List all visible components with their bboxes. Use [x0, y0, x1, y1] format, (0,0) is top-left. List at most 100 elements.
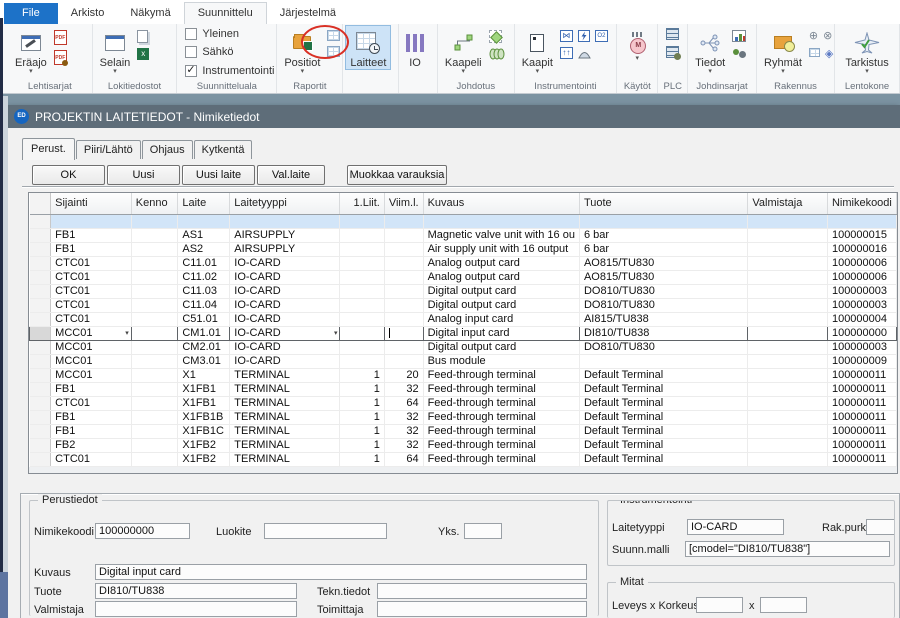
pdf-report-icon[interactable] [54, 30, 67, 45]
table-row-editing[interactable]: MCC01▾CM1.01IO-CARD▾Digital input cardDI… [30, 326, 897, 340]
checkbox-sahko[interactable]: Sähkö [185, 43, 233, 61]
row-selector[interactable] [30, 298, 51, 312]
new-row-cell[interactable] [748, 214, 828, 228]
row-selector[interactable] [30, 452, 51, 466]
rak-purku-field[interactable] [866, 519, 895, 535]
electric-icon[interactable] [578, 30, 590, 42]
valve-icon[interactable]: ⋈ [560, 30, 573, 42]
table-row[interactable]: FB1AS1AIRSUPPLYMagnetic valve unit with … [30, 228, 897, 242]
new-row-cell[interactable] [384, 214, 423, 228]
kuvaus-field[interactable]: Digital input card [95, 564, 587, 580]
eraajo-button[interactable]: Eräajo ▾ [10, 25, 52, 76]
uusi-button[interactable]: Uusi [107, 165, 180, 185]
tab-suunnittelu[interactable]: Suunnittelu [184, 2, 267, 24]
new-row-cell[interactable] [230, 214, 340, 228]
dialog-title-bar[interactable]: ED PROJEKTIN LAITETIEDOT - Nimiketiedot [8, 105, 900, 128]
selain-button[interactable]: Selain ▾ [95, 25, 136, 76]
new-row-cell[interactable] [827, 214, 896, 228]
checkbox-instrumentointi[interactable]: Instrumentointi [185, 62, 274, 80]
excel-export-icon[interactable] [137, 48, 149, 60]
val-laite-button[interactable]: Val.laite [257, 165, 325, 185]
cell-laite[interactable]: CM1.01 [178, 326, 230, 340]
cell-1-liit[interactable] [340, 326, 384, 340]
ok-button[interactable]: OK [32, 165, 105, 185]
column-header-nimikekoodi[interactable]: Nimikekoodi [827, 193, 896, 214]
uusi-laite-button[interactable]: Uusi laite [182, 165, 255, 185]
toimittaja-field[interactable] [377, 601, 587, 617]
cell-valmistaja[interactable] [748, 326, 828, 340]
table-row[interactable]: FB1X1FB1BTERMINAL132Feed-through termina… [30, 410, 897, 424]
tab-piiri-lahto[interactable]: Piiri/Lähtö [76, 140, 141, 159]
row-selector[interactable] [30, 214, 51, 228]
luokite-field[interactable] [264, 523, 387, 539]
table-row[interactable]: FB1X1FB1CTERMINAL132Feed-through termina… [30, 424, 897, 438]
row-selector[interactable] [30, 284, 51, 298]
grid-link-icon[interactable] [809, 48, 820, 57]
kaapit-button[interactable]: Kaapit ▾ [517, 25, 558, 76]
chevron-down-icon[interactable]: ▾ [334, 330, 338, 337]
column-header-kenno[interactable]: Kenno [131, 193, 178, 214]
row-selector[interactable] [30, 424, 51, 438]
row-selector[interactable] [30, 256, 51, 270]
tab-file[interactable]: File [4, 3, 58, 24]
plc-icon[interactable] [666, 28, 679, 40]
table-row[interactable]: MCC01CM2.01IO-CARDDigital output cardDO8… [30, 340, 897, 354]
laitteet-button[interactable]: Laitteet [345, 25, 391, 70]
new-row-cell[interactable] [131, 214, 178, 228]
remove-icon[interactable]: ⊗ [823, 30, 832, 43]
new-row-cell[interactable] [340, 214, 384, 228]
cell-laitetyyppi[interactable]: IO-CARD▾ [230, 326, 340, 340]
tiedot-button[interactable]: Tiedot ▾ [690, 25, 730, 76]
hood-icon[interactable] [578, 47, 591, 59]
table-row[interactable]: FB1AS2AIRSUPPLYAir supply unit with 16 o… [30, 242, 897, 256]
chart-icon[interactable] [732, 30, 746, 42]
laitetyyppi-field[interactable]: IO-CARD [687, 519, 784, 535]
table-row[interactable]: CTC01C11.04IO-CARDDigital output cardDO8… [30, 298, 897, 312]
muokkaa-varauksia-button[interactable]: Muokkaa varauksia [347, 165, 447, 185]
column-header-1-liit[interactable]: 1.Liit. [340, 193, 384, 214]
cell-sijainti[interactable]: MCC01▾ [51, 326, 132, 340]
row-selector-header[interactable] [30, 193, 51, 214]
chevron-down-icon[interactable]: ▾ [125, 330, 129, 337]
table-row[interactable]: CTC01C11.02IO-CARDAnalog output cardAO81… [30, 270, 897, 284]
table-row[interactable]: CTC01X1FB1TERMINAL164Feed-through termin… [30, 396, 897, 410]
column-header-tuote[interactable]: Tuote [579, 193, 747, 214]
column-header-laite[interactable]: Laite [178, 193, 230, 214]
row-selector[interactable] [30, 396, 51, 410]
column-header-kuvaus[interactable]: Kuvaus [423, 193, 579, 214]
kaapeli-button[interactable]: Kaapeli ▾ [440, 25, 487, 76]
row-selector[interactable] [30, 354, 51, 368]
ryhmat-button[interactable]: Ryhmät ▾ [759, 25, 807, 76]
row-selector[interactable] [30, 368, 51, 382]
new-row-cell[interactable] [579, 214, 747, 228]
tuote-field[interactable]: DI810/TU838 [95, 583, 297, 599]
cell-kenno[interactable] [131, 326, 178, 340]
row-selector[interactable] [30, 270, 51, 284]
table-row[interactable]: MCC01CM3.01IO-CARDBus module100000009 [30, 354, 897, 368]
row-selector[interactable] [30, 242, 51, 256]
cable-bundle-icon[interactable] [489, 48, 505, 60]
row-selector[interactable] [30, 410, 51, 424]
tekn-tiedot-field[interactable] [377, 583, 587, 599]
tab-kytkenta[interactable]: Kytkentä [194, 140, 253, 159]
table-row[interactable]: CTC01C11.01IO-CARDAnalog output cardAO81… [30, 256, 897, 270]
tab-ohjaus[interactable]: Ohjaus [142, 140, 193, 159]
column-header-laitetyyppi[interactable]: Laitetyyppi [230, 193, 340, 214]
leveys-field[interactable] [696, 597, 743, 613]
column-header-sijainti[interactable]: Sijainti [51, 193, 132, 214]
table-row[interactable]: FB2X1FB2TERMINAL132Feed-through terminal… [30, 438, 897, 452]
yks-field[interactable] [464, 523, 502, 539]
new-row-cell[interactable] [423, 214, 579, 228]
resource-gear-icon[interactable] [732, 47, 747, 60]
column-header-valmistaja[interactable]: Valmistaja [748, 193, 828, 214]
row-selector[interactable] [30, 312, 51, 326]
cell-nimikekoodi[interactable]: 100000000 [827, 326, 896, 340]
copy-log-icon[interactable] [137, 30, 148, 43]
table-row[interactable]: FB1X1FB1TERMINAL132Feed-through terminal… [30, 382, 897, 396]
io-button[interactable]: IO [401, 25, 430, 70]
oxygen-icon[interactable]: O2 [595, 30, 608, 42]
tarkistus-button[interactable]: Tarkistus ▾ [840, 25, 893, 76]
nimikekoodi-field[interactable]: 100000000 [95, 523, 190, 539]
tab-perust[interactable]: Perust. [22, 138, 75, 160]
lift-icon[interactable]: ↑↑ [560, 47, 573, 59]
